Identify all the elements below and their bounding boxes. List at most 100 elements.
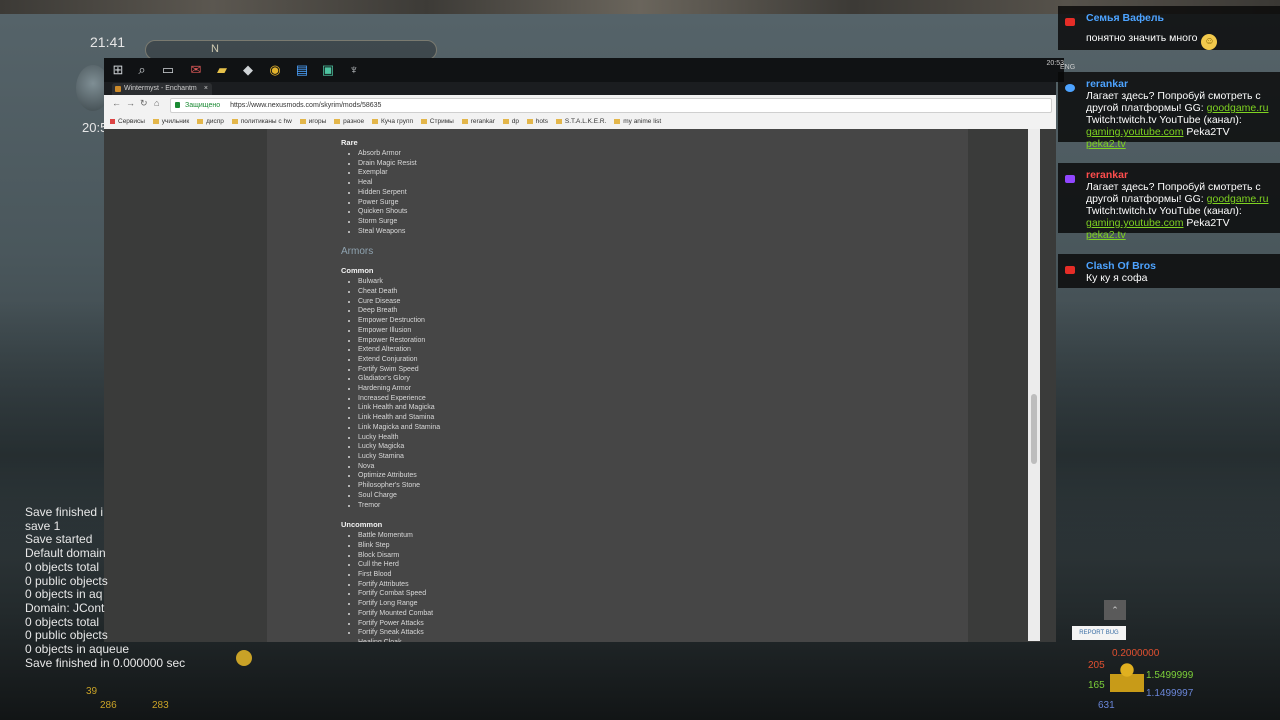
home-icon[interactable]: ⌂ — [154, 98, 159, 108]
chat-text: Лагает здесь? Попробуй смотреть с другой… — [1086, 90, 1269, 150]
bookmark-item[interactable]: Куча групп — [372, 114, 413, 129]
scrollbar-thumb[interactable] — [1031, 394, 1037, 464]
console-line: save 1 — [25, 518, 61, 533]
list-item: Optimize Attributes — [358, 471, 440, 481]
report-bug-button[interactable]: REPORT BUG — [1072, 626, 1126, 640]
hud-gold-c: 283 — [152, 700, 169, 711]
game-compass: N — [145, 40, 437, 60]
url-text: https://www.nexusmods.com/skyrim/mods/58… — [230, 102, 382, 109]
game-clock: 21:41 — [90, 34, 126, 50]
game-console-log: Save finished i save 1 Save started Defa… — [25, 505, 186, 670]
list-item: Cure Disease — [358, 297, 440, 307]
scroll-to-top-icon[interactable]: ⌃ — [1104, 600, 1126, 620]
chat-app-icon[interactable]: ▤ — [294, 62, 310, 78]
list-item: Cheat Death — [358, 287, 440, 297]
web-page: Rare Absorb ArmorDrain Magic ResistExemp… — [104, 129, 1056, 642]
search-icon[interactable]: ⌕ — [134, 62, 150, 78]
bookmark-item[interactable]: диспр — [197, 114, 224, 129]
url-input[interactable]: Защищено https://www.nexusmods.com/skyri… — [170, 98, 1052, 113]
browser-tab[interactable]: Wintermyst - Enchantm × — [112, 83, 212, 95]
rare-heading: Rare — [341, 138, 358, 147]
list-item: Fortify Sneak Attacks — [358, 628, 440, 638]
bookmark-item[interactable]: rerankar — [462, 114, 495, 129]
list-item: Link Health and Magicka — [358, 403, 440, 413]
list-item: Empower Destruction — [358, 316, 440, 326]
list-item: Deep Breath — [358, 306, 440, 316]
list-item: Lucky Magicka — [358, 442, 440, 452]
app-icon[interactable]: ◆ — [240, 62, 256, 78]
hud-ratio-2: 1.5499999 — [1146, 670, 1194, 681]
hud-gold-a: 39 — [86, 686, 98, 697]
list-item: Storm Surge — [358, 217, 440, 227]
bookmark-item[interactable]: политиканы с hw — [232, 114, 292, 129]
chat-username: Clash Of Bros — [1086, 260, 1157, 272]
console-line: Save finished in 0.000000 sec — [25, 655, 186, 670]
chat-text: понятно значить много ☺ — [1086, 32, 1272, 50]
console-line: 0 public objects — [25, 628, 108, 643]
chat-username: rerankar — [1086, 78, 1129, 90]
bookmark-item[interactable]: Сервисы — [110, 114, 145, 129]
list-item: Fortify Combat Speed — [358, 589, 440, 599]
list-item: Fortify Power Attacks — [358, 619, 440, 629]
youtube-icon — [1065, 266, 1075, 274]
console-line: Save finished i — [25, 505, 104, 519]
chrome-icon[interactable]: ◉ — [267, 62, 283, 78]
back-icon[interactable]: ← — [112, 98, 121, 108]
list-item: Tremor — [358, 501, 440, 511]
list-item: Drain Magic Resist — [358, 159, 440, 169]
console-line: 0 objects in aqueue — [25, 642, 130, 657]
bookmark-item[interactable]: игоры — [300, 114, 327, 129]
list-item: Fortify Long Range — [358, 599, 440, 609]
list-item: Lucky Health — [358, 433, 440, 443]
common-heading: Common — [341, 266, 374, 276]
bookmark-item[interactable]: dp — [503, 114, 519, 129]
uncommon-heading: Uncommon — [341, 520, 383, 530]
list-item: Increased Experience — [358, 394, 440, 404]
taskbar-clock[interactable]: 20:53 — [1046, 60, 1064, 67]
list-item: Extend Conjuration — [358, 355, 440, 365]
list-item: Link Health and Stamina — [358, 413, 440, 423]
console-line: 0 objects total — [25, 559, 100, 574]
chat-link[interactable]: gaming.youtube.com — [1086, 217, 1183, 229]
list-item: Cull the Herd — [358, 560, 440, 570]
list-item: Fortify Attributes — [358, 580, 440, 590]
list-item: Link Magicka and Stamina — [358, 423, 440, 433]
goodgame-icon — [1065, 84, 1075, 92]
address-bar-row: ← → ↻ ⌂ Защищено https://www.nexusmods.c… — [104, 95, 1056, 114]
console-line: 0 objects total — [25, 614, 100, 629]
console-line: 0 public objects — [25, 573, 108, 588]
chat-link[interactable]: goodgame.ru — [1207, 102, 1269, 114]
list-item: Fortify Swim Speed — [358, 365, 440, 375]
pin-icon[interactable]: ♆ — [346, 62, 362, 78]
list-item: Nova — [358, 462, 440, 472]
chat-link[interactable]: peka2.tv — [1086, 138, 1126, 150]
gold-coin-icon — [236, 650, 252, 666]
bookmark-item[interactable]: hots — [527, 114, 548, 129]
list-item: Blink Step — [358, 541, 440, 551]
bookmark-item[interactable]: my anime list — [614, 114, 661, 129]
tab-favicon-icon — [115, 86, 121, 92]
page-scrollbar[interactable] — [1028, 129, 1040, 641]
enchantment-list: Rare Absorb ArmorDrain Magic ResistExemp… — [341, 138, 440, 642]
windows-start-icon[interactable]: ⊞ — [110, 62, 126, 78]
chat-link[interactable]: peka2.tv — [1086, 229, 1126, 241]
task-view-icon[interactable]: ▭ — [160, 62, 176, 78]
console-line: 0 objects in aq — [25, 587, 103, 602]
list-item: Bulwark — [358, 277, 440, 287]
list-item: Battle Momentum — [358, 531, 440, 541]
screen-app-icon[interactable]: ▣ — [320, 62, 336, 78]
bookmark-item[interactable]: Стримы — [421, 114, 454, 129]
forward-icon[interactable]: → — [126, 98, 135, 108]
list-item: Power Surge — [358, 198, 440, 208]
bookmark-item[interactable]: разное — [334, 114, 364, 129]
chat-link[interactable]: goodgame.ru — [1207, 193, 1269, 205]
tab-title: Wintermyst - Enchantm — [124, 85, 197, 92]
close-tab-icon[interactable]: × — [204, 83, 208, 95]
bookmark-item[interactable]: S.T.A.L.K.E.R. — [556, 114, 607, 129]
file-explorer-icon[interactable]: ▰ — [214, 62, 230, 78]
reload-icon[interactable]: ↻ — [140, 98, 148, 109]
list-item: Exemplar — [358, 168, 440, 178]
mail-app-icon[interactable]: ✉ — [188, 62, 204, 78]
chat-link[interactable]: gaming.youtube.com — [1086, 126, 1183, 138]
bookmark-item[interactable]: учильник — [153, 114, 190, 129]
